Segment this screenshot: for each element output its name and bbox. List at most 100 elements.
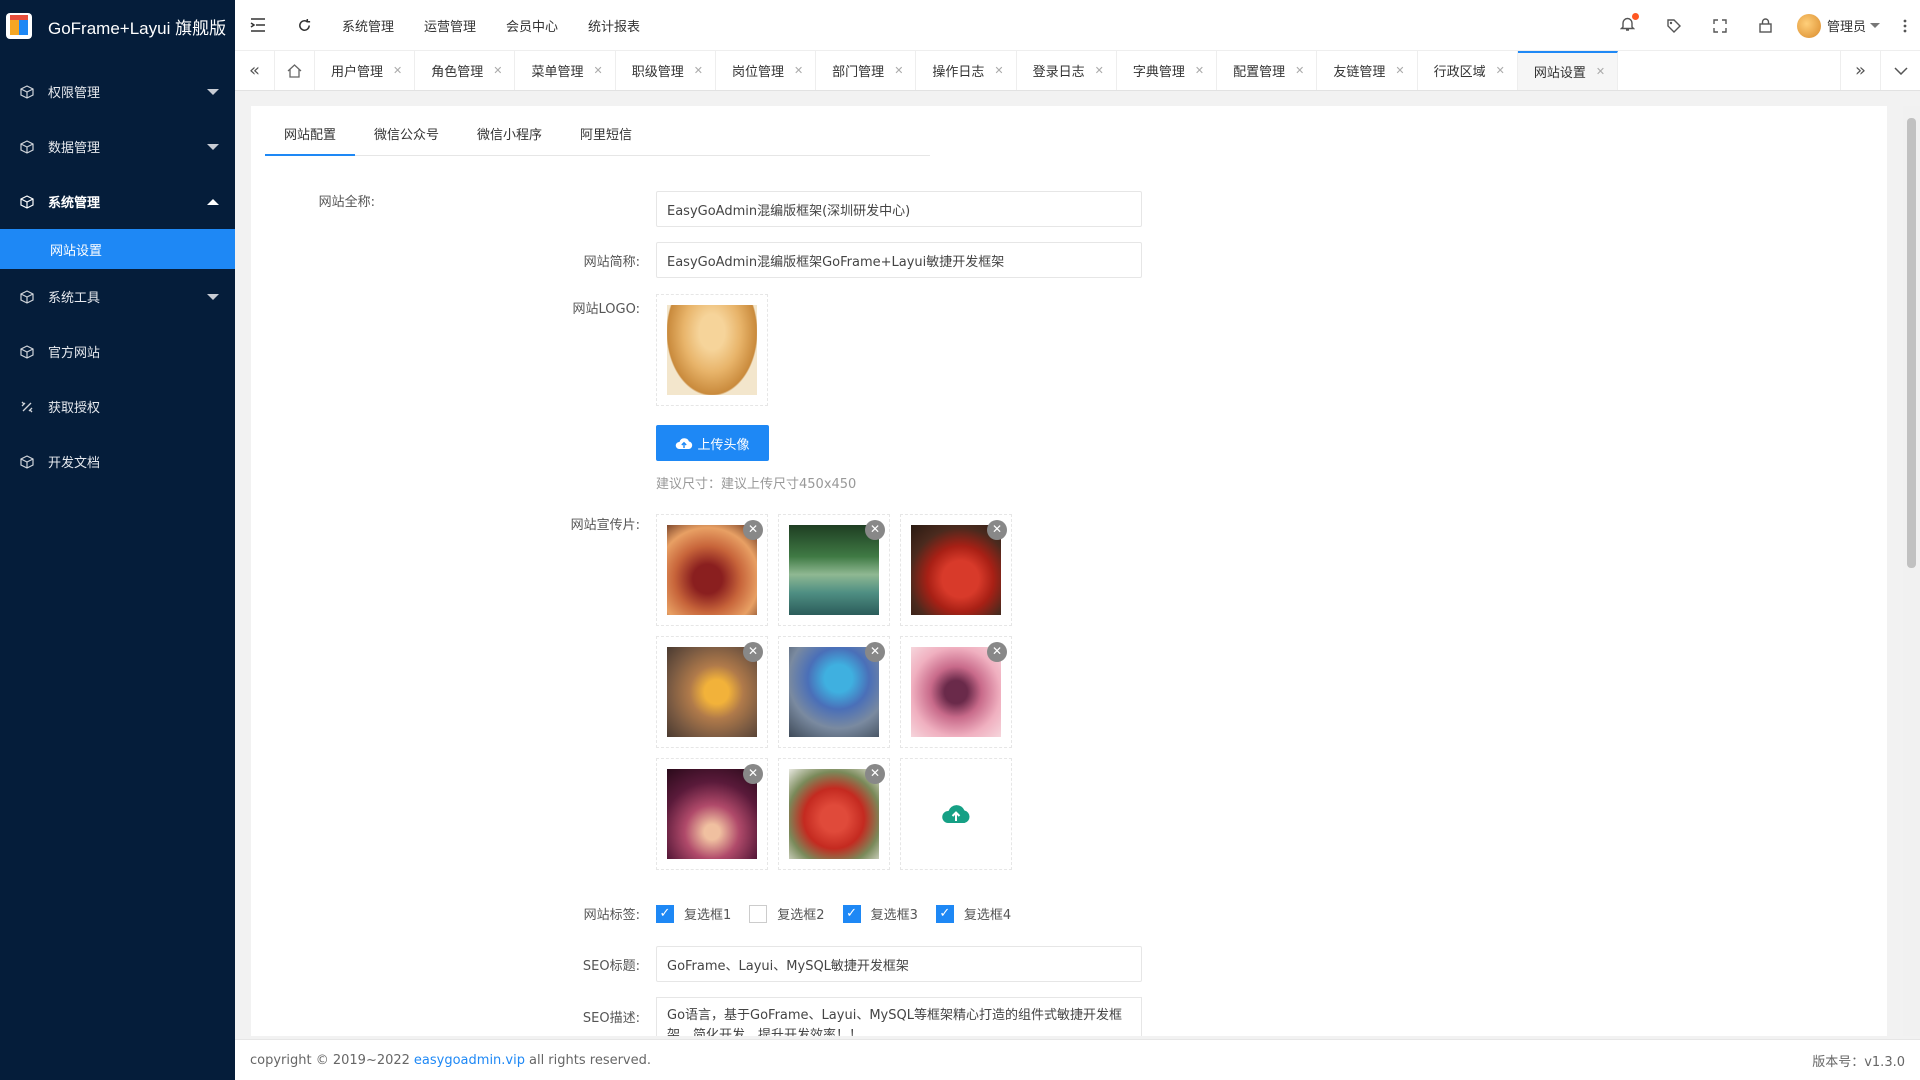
tab-operation-logs[interactable]: 操作日志 ✕ [916,51,1017,90]
tabs-scroll-right-icon[interactable]: » [1840,51,1880,90]
checkbox-2[interactable]: 复选框2 [749,904,825,923]
refresh-icon[interactable] [281,0,327,51]
tab-login-logs[interactable]: 登录日志 ✕ [1017,51,1117,90]
app-logo-area: GoFrame+Layui 旗舰版 [0,0,235,52]
close-icon[interactable]: ✕ [1395,64,1404,77]
checkbox-checked-icon[interactable]: ✓ [935,904,954,923]
top-nav-members[interactable]: 会员中心 [506,16,558,35]
bell-icon[interactable] [1605,0,1651,51]
seo-title-label: SEO标题: [582,958,640,974]
tab-links[interactable]: 友链管理 ✕ [1317,51,1418,90]
remove-image-icon[interactable]: ✕ [865,642,885,662]
close-icon[interactable]: ✕ [1295,64,1304,77]
tab-departments[interactable]: 部门管理 ✕ [816,51,917,90]
link-icon [21,401,33,412]
promo-image-2[interactable]: ✕ [778,514,890,626]
form-row-tags: 网站标签: ✓ 复选框1 复选框2 ✓ 复选框3 ✓ 复选框4 [251,904,1029,923]
upload-avatar-button[interactable]: 上传头像 [656,425,769,461]
user-name: 管理员 [1826,20,1866,35]
sidebar-item-label: 系统管理 [48,196,101,211]
sidebar-item-permissions[interactable]: 权限管理 [0,64,235,119]
menu-toggle-icon[interactable] [235,0,281,51]
tabs-scroll-left-icon[interactable]: « [235,51,275,90]
close-icon[interactable]: ✕ [994,64,1003,77]
close-icon[interactable]: ✕ [1095,64,1104,77]
close-icon[interactable]: ✕ [1496,64,1505,77]
promo-image-1[interactable]: ✕ [656,514,768,626]
checkbox-4[interactable]: ✓ 复选框4 [935,904,1011,923]
checkbox-3[interactable]: ✓ 复选框3 [842,904,918,923]
sidebar-item-license[interactable]: 获取授权 [0,379,235,434]
subtab-wechat-miniprogram[interactable]: 微信小程序 [458,106,561,156]
tabs-dropdown-icon[interactable] [1880,51,1920,90]
tab-dictionary[interactable]: 字典管理 ✕ [1117,51,1218,90]
tab-positions[interactable]: 岗位管理 ✕ [716,51,817,90]
subtab-aliyun-sms[interactable]: 阿里短信 [561,106,651,156]
lock-icon[interactable] [1743,0,1789,51]
tab-regions[interactable]: 行政区域 ✕ [1418,51,1518,90]
close-icon[interactable]: ✕ [1596,65,1605,78]
promo-image-4[interactable]: ✕ [656,636,768,748]
tag-icon[interactable] [1651,0,1697,51]
sidebar-item-data[interactable]: 数据管理 [0,119,235,174]
add-image-tile[interactable] [900,758,1012,870]
cube-icon [20,289,34,304]
checkbox-1[interactable]: ✓ 复选框1 [656,904,731,923]
remove-image-icon[interactable]: ✕ [743,764,763,784]
checkbox-unchecked-icon[interactable] [749,904,768,923]
close-icon[interactable]: ✕ [694,64,703,77]
sidebar-item-docs[interactable]: 开发文档 [0,434,235,489]
promo-image-6[interactable]: ✕ [900,636,1012,748]
subtab-wechat-official[interactable]: 微信公众号 [355,106,458,156]
tab-menus[interactable]: 菜单管理 ✕ [515,51,616,90]
seo-desc-field[interactable]: Go语言，基于GoFrame、Layui、MySQL等框架精心打造的组件式敏捷开… [656,997,1142,1036]
checkbox-checked-icon[interactable]: ✓ [656,904,674,923]
checkbox-label: 复选框3 [870,908,918,923]
user-menu[interactable]: 管理员 [1789,13,1890,38]
notification-dot [1632,12,1640,20]
seo-title-field[interactable]: GoFrame、Layui、MySQL敏捷开发框架 [656,946,1142,982]
tab-config[interactable]: 配置管理 ✕ [1217,51,1318,90]
promo-image-7[interactable]: ✕ [656,758,768,870]
remove-image-icon[interactable]: ✕ [865,520,885,540]
sidebar-item-official-site[interactable]: 官方网站 [0,324,235,379]
top-nav-system[interactable]: 系统管理 [342,16,394,35]
close-icon[interactable]: ✕ [1195,64,1204,77]
remove-image-icon[interactable]: ✕ [865,764,885,784]
top-nav-reports[interactable]: 统计报表 [588,16,640,35]
sidebar-item-system[interactable]: 系统管理 [0,174,235,229]
sidebar-menu: 权限管理 数据管理 系统管理 网站设置 系统工具 官方网站 获取授权 开发文档 [0,64,235,489]
close-icon[interactable]: ✕ [794,64,803,77]
site-name-field[interactable]: EasyGoAdmin混编版框架(深圳研发中心) [656,191,1142,227]
chevron-up-icon [207,199,219,205]
content-scrollbar[interactable] [1903,106,1920,1036]
close-icon[interactable]: ✕ [894,64,903,77]
home-icon[interactable] [275,51,315,90]
sidebar-item-tools[interactable]: 系统工具 [0,269,235,324]
remove-image-icon[interactable]: ✕ [743,642,763,662]
tab-site-settings[interactable]: 网站设置 ✕ [1517,51,1619,90]
tab-levels[interactable]: 职级管理 ✕ [616,51,716,90]
site-short-field[interactable]: EasyGoAdmin混编版框架GoFrame+Layui敏捷开发框架 [656,242,1142,278]
promo-image-5[interactable]: ✕ [778,636,890,748]
close-icon[interactable]: ✕ [593,64,602,77]
remove-image-icon[interactable]: ✕ [987,520,1007,540]
remove-image-icon[interactable]: ✕ [743,520,763,540]
top-nav-operations[interactable]: 运营管理 [424,16,476,35]
close-icon[interactable]: ✕ [493,64,502,77]
tab-users[interactable]: 用户管理 ✕ [315,51,416,90]
scrollbar-thumb[interactable] [1907,118,1916,568]
remove-image-icon[interactable]: ✕ [987,642,1007,662]
promo-image-3[interactable]: ✕ [900,514,1012,626]
sidebar-subitem-site-settings[interactable]: 网站设置 [0,229,235,269]
close-icon[interactable]: ✕ [393,64,402,77]
checkbox-checked-icon[interactable]: ✓ [842,904,861,923]
app-title: GoFrame+Layui 旗舰版 [48,18,227,38]
fullscreen-icon[interactable] [1697,0,1743,51]
site-link[interactable]: easygoadmin.vip [414,1053,525,1068]
subtab-site-config[interactable]: 网站配置 [265,106,356,156]
tab-roles[interactable]: 角色管理 ✕ [415,51,516,90]
more-vertical-icon[interactable] [1890,0,1920,51]
logo-preview[interactable] [656,294,768,406]
promo-image-8[interactable]: ✕ [778,758,890,870]
